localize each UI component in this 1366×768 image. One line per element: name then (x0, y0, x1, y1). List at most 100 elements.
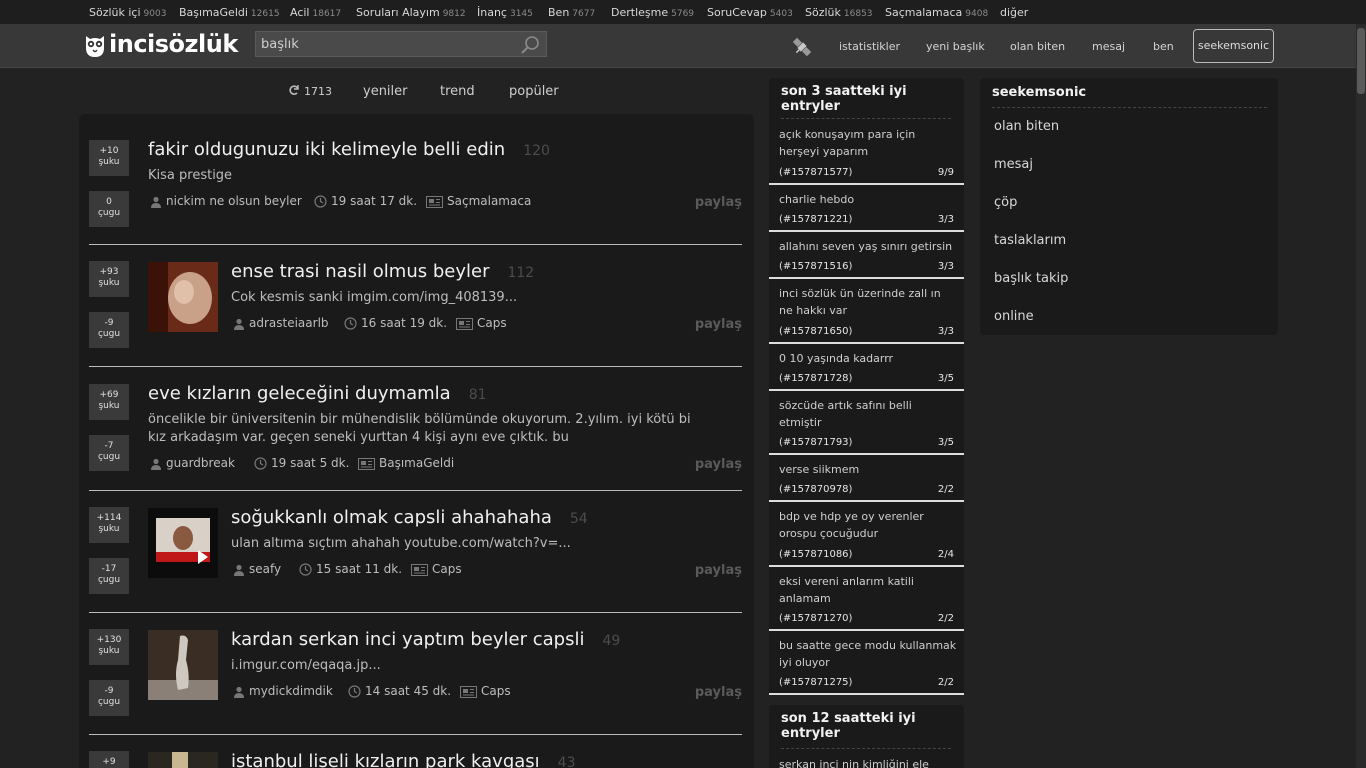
header: incisözlük istatistikler yeni başlık ola… (0, 24, 1356, 68)
downvote-button[interactable]: -17 çugu (89, 558, 129, 594)
category-link-inanc[interactable]: İnanç 3145 (477, 6, 533, 19)
user-link-taslaklarim[interactable]: taslaklarım (994, 233, 1066, 248)
entry-item: +9 istanbul liseli kızların park kavgası… (89, 735, 742, 768)
category-link-basimageldi[interactable]: BaşımaGeldi 12615 (179, 6, 280, 19)
good-entry-item[interactable]: allahını seven yaş sınırı getirsin (#157… (769, 232, 964, 279)
good-entry-item[interactable]: 0 10 yaşında kadarrr (#157871728) 3/5 (769, 344, 964, 391)
entry-category[interactable]: Caps (456, 316, 507, 330)
entry-thumbnail[interactable] (148, 508, 218, 578)
user-link-olan-biten[interactable]: olan biten (994, 119, 1059, 134)
category-link-sorulari-alayim[interactable]: Soruları Alayım 9812 (356, 6, 466, 19)
tab-trend[interactable]: trend (440, 84, 475, 99)
search-icon[interactable] (520, 35, 540, 55)
share-button[interactable]: paylaş (695, 685, 742, 700)
good-entry-item[interactable]: bdp ve hdp ye oy verenler orospu çocuğud… (769, 502, 964, 567)
entry-excerpt: ulan altıma sıçtım ahahah youtube.com/wa… (231, 536, 571, 551)
good-entry-item[interactable]: inci sözlük ün üzerinde zall ın ne hakkı… (769, 279, 964, 344)
share-button[interactable]: paylaş (695, 317, 742, 332)
user-link-mesaj[interactable]: mesaj (994, 157, 1033, 172)
good-entry-item[interactable]: verse siikmem (#157870978) 2/2 (769, 455, 964, 502)
nav-ben[interactable]: ben (1153, 40, 1174, 53)
good-entry-item[interactable]: sözcüde artık safını belli etmiştir (#15… (769, 391, 964, 455)
entry-category[interactable]: Caps (460, 684, 511, 698)
upvote-button[interactable]: +93 şuku (89, 261, 129, 297)
entry-category[interactable]: Saçmalamaca (426, 194, 531, 208)
tab-yeniler[interactable]: yeniler (363, 84, 408, 99)
nav-yeni-baslik[interactable]: yeni başlık (926, 40, 985, 53)
category-link-sacmalamaca[interactable]: Saçmalamaca 9408 (885, 6, 988, 19)
refresh-icon[interactable] (288, 84, 300, 96)
entry-title[interactable]: soğukkanlı olmak capsli ahahahaha 54 (231, 507, 588, 528)
entry-title[interactable]: kardan serkan inci yaptım beyler capsli 4… (231, 629, 620, 650)
divider (992, 107, 1267, 108)
user-icon (151, 458, 161, 470)
downvote-button[interactable]: -9 çugu (89, 312, 129, 348)
scrollbar-thumb[interactable] (1357, 28, 1365, 94)
upvote-button[interactable]: +114 şuku (89, 507, 129, 543)
entry-category[interactable]: Caps (411, 562, 462, 576)
good-entry-item[interactable]: eksi vereni anlarım katili anlamam (#157… (769, 567, 964, 631)
entry-time: 14 saat 45 dk. (348, 684, 451, 698)
scrollbar[interactable] (1356, 24, 1366, 768)
share-button[interactable]: paylaş (695, 563, 742, 578)
entry-count: 112 (507, 265, 535, 281)
entry-thumbnail[interactable] (148, 262, 218, 332)
good-entry-item[interactable]: bu saatte gece modu kullanmak iyi oluyor… (769, 631, 964, 695)
downvote-button[interactable]: -7 çugu (89, 435, 129, 471)
satellite-icon[interactable] (790, 35, 814, 59)
entry-author[interactable]: adrasteiaarlb (233, 316, 329, 330)
entry-count: 120 (523, 143, 550, 159)
search-input[interactable] (256, 32, 518, 56)
user-menu-title: seekemsonic (992, 85, 1087, 100)
category-link-sozluk[interactable]: Sözlük 16853 (805, 6, 873, 19)
nav-istatistikler[interactable]: istatistikler (839, 40, 900, 53)
entry-item: +69 şuku -7 çugu eve kızların geleceğini d… (89, 367, 742, 491)
nav-mesaj[interactable]: mesaj (1092, 40, 1125, 53)
entry-thumbnail[interactable] (148, 630, 218, 700)
refresh-count[interactable]: 1713 (304, 85, 332, 98)
entry-author[interactable]: guardbreak (150, 456, 235, 470)
entry-title[interactable]: eve kızların geleceğini duymamla 81 (148, 383, 487, 404)
entry-title[interactable]: fakir oldugunuzu iki kelimeyle belli edi… (148, 139, 550, 160)
newspaper-icon (426, 195, 443, 208)
entry-author[interactable]: nickim ne olsun beyler (150, 194, 302, 208)
search-box (255, 31, 547, 57)
entry-title[interactable]: istanbul liseli kızların park kavgası 43 (231, 751, 576, 768)
share-button[interactable]: paylaş (695, 195, 742, 210)
upvote-button[interactable]: +69 şuku (89, 384, 129, 420)
good-entry-item[interactable]: serkan inci nin kimliğini ele (769, 750, 964, 768)
user-link-online[interactable]: online (994, 309, 1034, 324)
category-link-sorucevap[interactable]: SoruCevap 5403 (707, 6, 793, 19)
entry-thumbnail[interactable] (148, 752, 218, 768)
tab-populer[interactable]: popüler (509, 84, 559, 99)
category-link-dertlesme[interactable]: Dertleşme 5769 (611, 6, 694, 19)
entry-title[interactable]: ense trasi nasil olmus beyler 112 (231, 261, 534, 282)
logo-text: incisözlük (109, 30, 238, 58)
upvote-button[interactable]: +9 (89, 751, 129, 768)
downvote-button[interactable]: -9 çugu (89, 680, 129, 716)
good-entry-item[interactable]: charlie hebdo (#157871221) 3/3 (769, 185, 964, 232)
user-link-cop[interactable]: çöp (994, 195, 1017, 210)
downvote-button[interactable]: 0 çugu (89, 191, 129, 227)
entry-excerpt: Cok kesmis sanki imgim.com/img_408139... (231, 290, 518, 305)
clock-icon (299, 563, 312, 576)
newspaper-icon (358, 457, 375, 470)
upvote-button[interactable]: +10 şuku (89, 140, 129, 176)
user-link-baslik-takip[interactable]: başlık takip (994, 271, 1068, 286)
entry-count: 54 (569, 511, 588, 527)
entry-author[interactable]: mydickdimdik (233, 684, 333, 698)
entry-author[interactable]: seafy (233, 562, 281, 576)
clock-icon (348, 685, 361, 698)
share-button[interactable]: paylaş (695, 457, 742, 472)
clock-icon (344, 317, 357, 330)
category-link-ben[interactable]: Ben 7677 (548, 6, 595, 19)
entry-excerpt: Kisa prestige (148, 168, 233, 183)
category-link-acil[interactable]: Acil 18617 (290, 6, 341, 19)
category-link-sozluk-ici[interactable]: Sözlük içi 9003 (89, 6, 166, 19)
nav-olan-biten[interactable]: olan biten (1010, 40, 1065, 53)
entry-category[interactable]: BaşımaGeldi (358, 456, 454, 470)
upvote-button[interactable]: +130 şuku (89, 629, 129, 665)
category-link-diger[interactable]: diğer (1000, 6, 1028, 19)
good-entry-item[interactable]: açık konuşayım para için herşeyi yaparım… (769, 120, 964, 185)
nav-user-button[interactable]: seekemsonic (1193, 29, 1274, 63)
